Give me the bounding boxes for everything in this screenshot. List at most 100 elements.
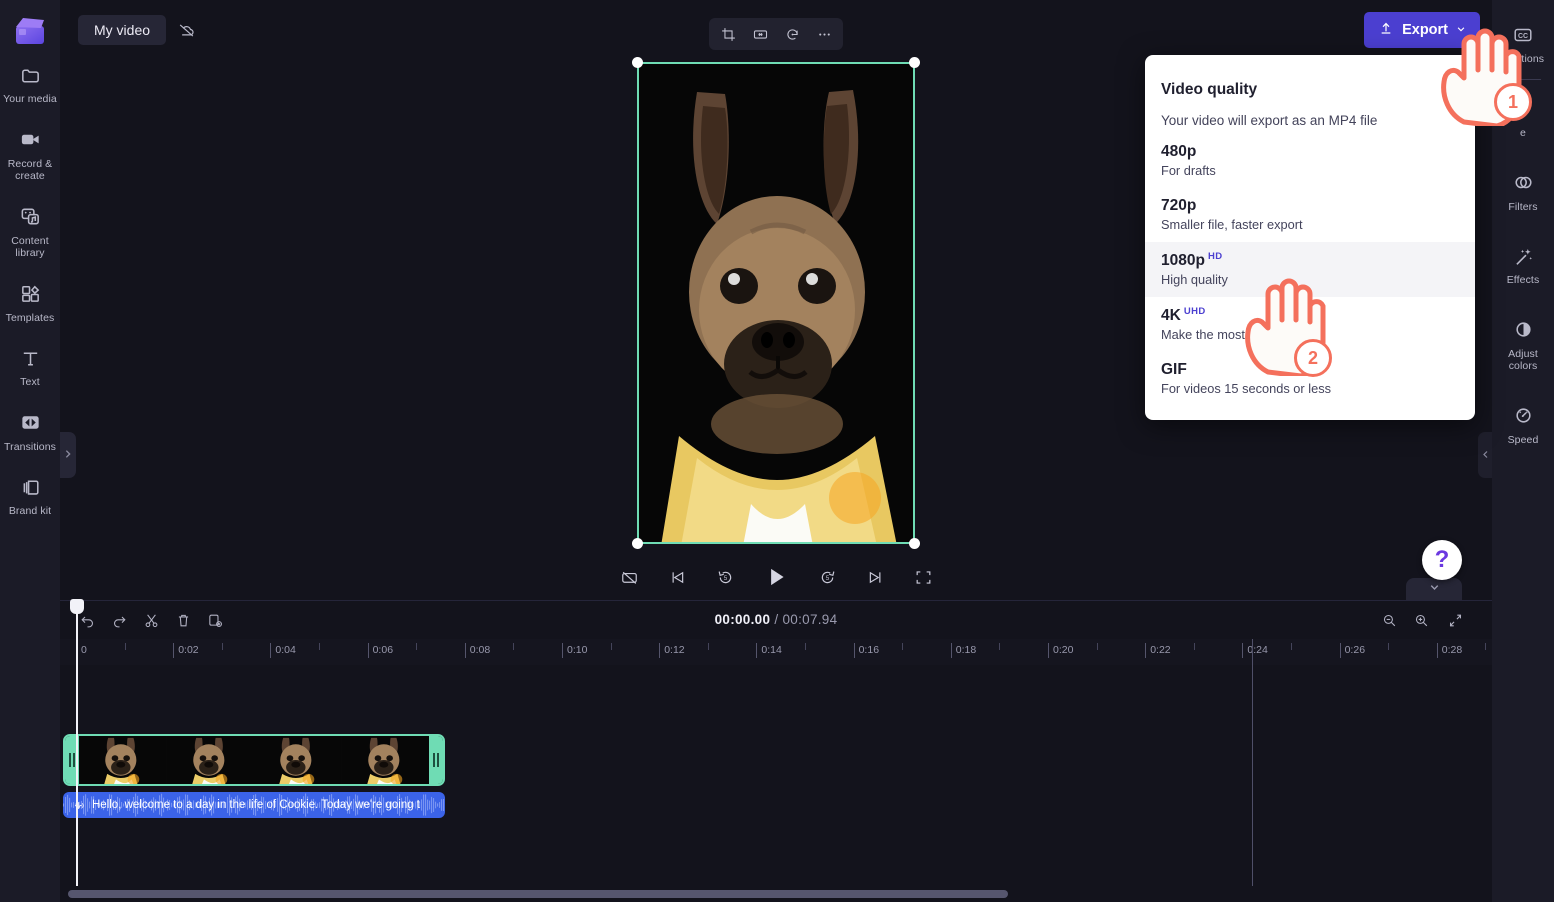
resize-handle-bottom-right[interactable] — [909, 538, 920, 549]
sidebar-item-record-create[interactable]: Record & create — [0, 118, 60, 190]
resize-handle-top-right[interactable] — [909, 57, 920, 68]
svg-text:CC: CC — [1518, 33, 1528, 40]
sidebar-item-your-media[interactable]: Your media — [0, 53, 60, 113]
sidebar-item-filters[interactable]: Filters — [1492, 161, 1554, 221]
audio-clip-label: Hello, welcome to a day in the life of C… — [92, 799, 420, 811]
ruler-tick — [562, 643, 563, 658]
sidebar-item-templates[interactable]: Templates — [0, 272, 60, 332]
clapperboard-logo[interactable] — [13, 14, 47, 48]
timeline-tracks: Hello, welcome to a day in the life of C… — [60, 665, 1492, 886]
sidebar-item-label: Record & create — [7, 157, 53, 183]
audio-waveform-icon — [73, 799, 86, 812]
cc-icon: CC — [1510, 22, 1536, 48]
more-horizontal-icon[interactable] — [809, 21, 839, 47]
ruler-tick — [1339, 643, 1341, 658]
fullscreen-icon[interactable] — [909, 563, 937, 591]
redo-icon[interactable] — [106, 608, 132, 632]
quality-option-name: 1080p HD — [1161, 251, 1223, 270]
sidebar-item-label: Captions — [1501, 53, 1545, 65]
scissors-icon[interactable] — [138, 608, 164, 632]
menu-subtitle: Your video will export as an MP4 file — [1161, 113, 1378, 128]
timeline-collapse-button[interactable] — [1406, 578, 1462, 600]
current-time: 00:00.00 — [714, 612, 771, 627]
sidebar-item-label: Filters — [1508, 200, 1538, 213]
fit-screen-icon[interactable] — [1442, 608, 1468, 632]
chevron-down-icon — [1428, 581, 1441, 599]
clip-thumbnails — [79, 736, 429, 784]
quality-badge: UHD — [1183, 306, 1206, 318]
quality-option-description: High quality — [1161, 272, 1228, 288]
export-button[interactable]: Export — [1364, 12, 1480, 48]
timeline-video-clip[interactable] — [63, 734, 445, 786]
ruler-tick-minor — [1193, 643, 1195, 650]
sidebar-item-text[interactable]: Text — [0, 336, 60, 396]
magnifier-plus-icon[interactable] — [1408, 608, 1434, 632]
timeline-ruler[interactable]: 0 0:02 0:04 0:06 0:08 0:10 0:12 0:14 0:16 0:18 0:2… — [60, 639, 1492, 665]
ruler-tick-minor — [805, 643, 806, 650]
ruler-tick-minor — [416, 643, 418, 650]
playhead[interactable] — [70, 599, 84, 886]
clipchamp-editor-window: Your media Record & create Content libra… — [0, 0, 1554, 902]
ruler-label: 0:02 — [178, 644, 199, 656]
preview-toolbar — [709, 18, 843, 50]
sidebar-item-brand-kit[interactable]: Brand kit — [0, 465, 60, 525]
captions-off-icon[interactable] — [615, 563, 643, 591]
effects-wand-icon — [1510, 243, 1536, 269]
ruler-label: 0:04 — [275, 644, 296, 656]
ruler-tick — [756, 643, 758, 658]
rotate-icon[interactable] — [777, 21, 807, 47]
timeline-horizontal-scrollbar[interactable] — [68, 890, 1008, 898]
replay-5-icon[interactable]: 5 — [711, 563, 739, 591]
skip-previous-icon[interactable] — [663, 563, 691, 591]
project-title-input[interactable]: My video — [78, 15, 167, 45]
crop-icon[interactable] — [713, 21, 743, 47]
ruler-tick — [173, 643, 175, 658]
clip-thumbnail — [254, 736, 342, 784]
sidebar-item-speed[interactable]: Speed — [1492, 394, 1554, 454]
svg-text:5: 5 — [723, 575, 727, 581]
sidebar-item-adjust-colors[interactable]: Adjust colors — [1492, 308, 1554, 380]
right-sidebar: CC Captions e Filters Effects Adjust col… — [1492, 0, 1554, 902]
magnifier-minus-icon[interactable] — [1376, 608, 1402, 632]
forward-5-icon[interactable]: 5 — [813, 563, 841, 591]
step-badge-1: 1 — [1494, 83, 1532, 121]
text-icon — [17, 345, 43, 371]
quality-option-1080p[interactable]: 1080p HD High quality — [1145, 242, 1475, 298]
ruler-label: 0:26 — [1344, 644, 1366, 656]
content-library-icon — [17, 204, 43, 230]
ruler-tick — [1145, 643, 1147, 658]
sidebar-divider — [1505, 78, 1541, 80]
quality-option-720p[interactable]: 720p Smaller file, faster export — [1145, 188, 1475, 242]
timeline: 00:00.00 / 00:07.94 0 0:02 0:04 0:06 0:08 0:1… — [60, 599, 1492, 902]
ruler-tick — [1436, 643, 1438, 658]
ruler-tick — [853, 643, 855, 658]
help-button[interactable]: ? — [1422, 540, 1462, 580]
ruler-tick-minor — [902, 643, 904, 650]
trash-icon[interactable] — [170, 608, 196, 632]
duplicate-add-icon[interactable] — [202, 608, 228, 632]
ruler-tick-minor — [999, 643, 1001, 650]
ruler-tick — [1048, 643, 1049, 658]
trim-handle-right[interactable] — [429, 736, 443, 784]
sidebar-item-content-library[interactable]: Content library — [0, 195, 60, 267]
ruler-tick-minor — [1291, 643, 1292, 650]
quality-option-480p[interactable]: 480p For drafts — [1145, 134, 1475, 188]
resize-handle-top-left[interactable] — [632, 57, 643, 68]
sidebar-item-transitions[interactable]: Transitions — [0, 401, 60, 461]
menu-title: Video quality — [1161, 81, 1258, 98]
ruler-label: 0:22 — [1150, 644, 1171, 656]
timeline-audio-clip[interactable]: Hello, welcome to a day in the life of C… — [63, 792, 445, 818]
sidebar-item-captions[interactable]: CC Captions — [1492, 13, 1554, 73]
question-mark-icon: ? — [1434, 546, 1450, 573]
fit-width-icon[interactable] — [745, 21, 775, 47]
templates-icon — [17, 281, 43, 307]
video-preview-selection[interactable] — [632, 57, 920, 549]
top-bar: My video Export — [60, 0, 1492, 60]
resize-handle-bottom-left[interactable] — [632, 538, 643, 549]
ruler-label: 0:10 — [567, 644, 588, 656]
play-button[interactable] — [759, 560, 793, 594]
skip-next-icon[interactable] — [861, 563, 889, 591]
sidebar-item-effects[interactable]: Effects — [1492, 234, 1554, 294]
cloud-off-icon[interactable] — [170, 15, 202, 45]
ruler-tick — [950, 643, 952, 658]
